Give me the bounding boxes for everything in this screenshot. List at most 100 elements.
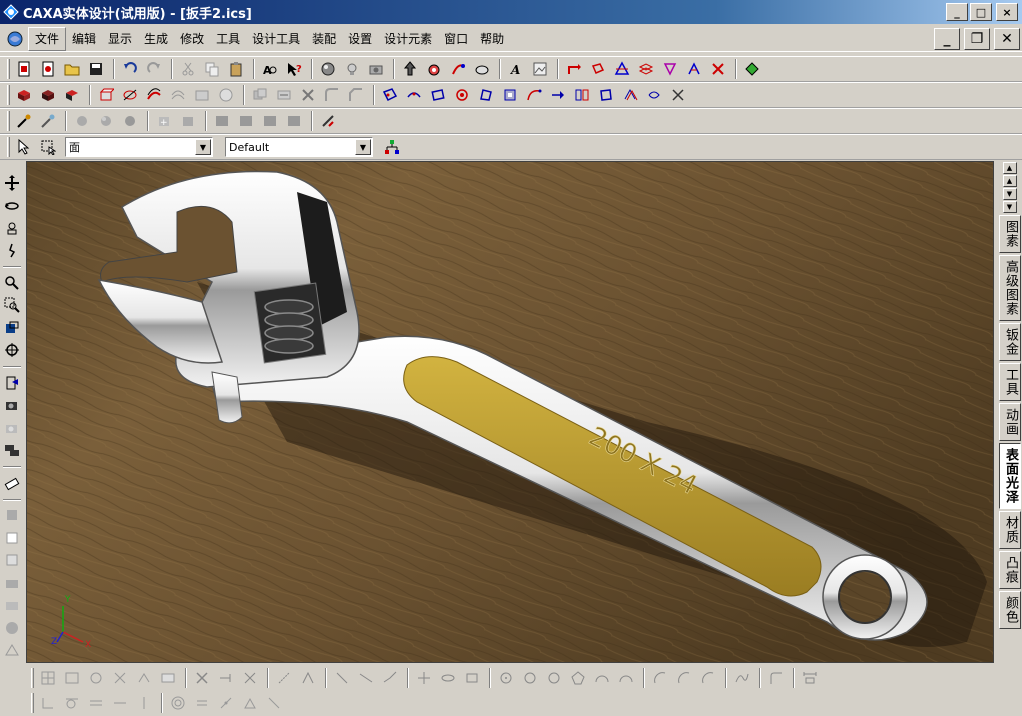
scroll-down-icon[interactable]: ▼	[1002, 188, 1017, 200]
design-tree-icon[interactable]	[381, 136, 403, 158]
text-tool-icon[interactable]: A	[505, 58, 527, 80]
menu-assembly[interactable]: 装配	[306, 28, 342, 50]
tab-surface-finish[interactable]: 表面光泽	[999, 443, 1021, 509]
picture-icon[interactable]	[529, 58, 551, 80]
menu-help[interactable]: 帮助	[474, 28, 510, 50]
window-close-button[interactable]: ×	[996, 3, 1018, 21]
polyline-icon[interactable]	[355, 667, 377, 689]
view-4-icon[interactable]	[283, 110, 305, 132]
tangent-arc-icon[interactable]	[615, 667, 637, 689]
arrow-up-right-icon[interactable]	[563, 58, 585, 80]
cube-plus-icon[interactable]: +	[153, 110, 175, 132]
dimension-linear-icon[interactable]	[799, 667, 821, 689]
chamfer-icon[interactable]	[345, 84, 367, 106]
surface-blue-3-icon[interactable]	[427, 84, 449, 106]
menu-window[interactable]: 窗口	[438, 28, 474, 50]
tab-advanced-primitives[interactable]: 高级图素	[999, 255, 1021, 321]
document-icon[interactable]	[6, 30, 24, 48]
cross-delete-icon[interactable]	[239, 667, 261, 689]
grey-tool-5-icon[interactable]	[1, 595, 23, 617]
light-icon[interactable]	[341, 58, 363, 80]
mdi-restore-button[interactable]: ❐	[964, 28, 990, 50]
trim-icon[interactable]	[297, 84, 319, 106]
arc-3pt-icon[interactable]	[649, 667, 671, 689]
perpendicular-icon[interactable]	[37, 692, 59, 714]
rotate-grid-icon[interactable]	[85, 667, 107, 689]
spline-icon[interactable]	[731, 667, 753, 689]
horizontal-icon[interactable]	[109, 692, 131, 714]
help-pointer-icon[interactable]: ?	[283, 58, 305, 80]
redo-icon[interactable]	[143, 58, 165, 80]
smooth-icon[interactable]	[471, 58, 493, 80]
cut-icon[interactable]	[177, 58, 199, 80]
title-bar[interactable]: CAXA实体设计(试用版) - [扳手2.ics] _ □ ×	[0, 0, 1022, 24]
menu-tools[interactable]: 工具	[210, 28, 246, 50]
arc-tangent-icon[interactable]	[673, 667, 695, 689]
polygon-icon[interactable]	[567, 667, 589, 689]
surface-split-icon[interactable]	[571, 84, 593, 106]
camera-view-icon[interactable]	[1, 395, 23, 417]
tab-tools[interactable]: 工具	[999, 363, 1021, 401]
fix-icon[interactable]	[239, 692, 261, 714]
camera-icon[interactable]	[365, 58, 387, 80]
grey-tool-4-icon[interactable]	[1, 572, 23, 594]
copy-icon[interactable]	[201, 58, 223, 80]
dimension-icon[interactable]	[157, 667, 179, 689]
move-up-icon[interactable]	[399, 58, 421, 80]
mdi-close-button[interactable]: ✕	[994, 28, 1020, 50]
eyedropper-icon[interactable]	[13, 110, 35, 132]
texture-3-icon[interactable]	[119, 110, 141, 132]
tab-material[interactable]: 材质	[999, 511, 1021, 549]
delete-cross-icon[interactable]	[707, 58, 729, 80]
menu-design-tools[interactable]: 设计工具	[246, 28, 306, 50]
fillet-icon[interactable]	[321, 84, 343, 106]
scroll-first-icon[interactable]: ▲	[1002, 162, 1017, 174]
tab-animation[interactable]: 动画	[999, 403, 1021, 441]
chevron-down-icon[interactable]: ▼	[355, 139, 371, 155]
toolbar-grip[interactable]	[31, 668, 34, 688]
grey-sphere-icon[interactable]	[1, 617, 23, 639]
symmetry-icon[interactable]	[263, 692, 285, 714]
grey-tool-2-icon[interactable]	[1, 527, 23, 549]
shell-icon[interactable]	[191, 84, 213, 106]
rotate-part-icon[interactable]	[423, 58, 445, 80]
sketch-select-icon[interactable]	[273, 667, 295, 689]
select-arrow-icon[interactable]	[13, 136, 35, 158]
surface-blue-5-icon[interactable]	[499, 84, 521, 106]
pan-icon[interactable]	[1, 172, 23, 194]
surface-delete-icon[interactable]	[667, 84, 689, 106]
scroll-last-icon[interactable]: ▼	[1002, 201, 1017, 213]
save-icon[interactable]	[85, 58, 107, 80]
fold-icon[interactable]	[659, 58, 681, 80]
paint-dropper-icon[interactable]	[37, 110, 59, 132]
grey-tool-1-icon[interactable]	[1, 505, 23, 527]
menu-file[interactable]: 文件	[28, 26, 67, 51]
line-icon[interactable]	[331, 667, 353, 689]
tangent-line-icon[interactable]	[379, 667, 401, 689]
check-tool-icon[interactable]	[317, 110, 339, 132]
fit-all-icon[interactable]	[1, 317, 23, 339]
window-maximize-button[interactable]: □	[970, 3, 992, 21]
revolve-icon[interactable]	[119, 84, 141, 106]
arc-center-icon[interactable]	[697, 667, 719, 689]
select-box-icon[interactable]	[37, 136, 59, 158]
measure-icon[interactable]	[1, 472, 23, 494]
toolbar-grip[interactable]	[31, 693, 34, 713]
tab-primitives[interactable]: 图素	[999, 215, 1021, 253]
zoom-icon[interactable]	[1, 272, 23, 294]
vertical-icon[interactable]	[133, 692, 155, 714]
grey-tool-3-icon[interactable]	[1, 550, 23, 572]
triangle-edit-icon[interactable]	[611, 58, 633, 80]
multi-camera-icon[interactable]	[1, 440, 23, 462]
menu-edit[interactable]: 编辑	[66, 28, 102, 50]
menu-modify[interactable]: 修改	[174, 28, 210, 50]
new-design-icon[interactable]	[37, 58, 59, 80]
arc-icon[interactable]	[591, 667, 613, 689]
view-3-icon[interactable]	[259, 110, 281, 132]
mdi-minimize-button[interactable]: _	[934, 28, 960, 50]
find-text-icon[interactable]: A	[259, 58, 281, 80]
pattern-icon[interactable]	[215, 84, 237, 106]
trim-x-icon[interactable]	[191, 667, 213, 689]
render-sphere-icon[interactable]	[317, 58, 339, 80]
orbit-icon[interactable]	[1, 195, 23, 217]
